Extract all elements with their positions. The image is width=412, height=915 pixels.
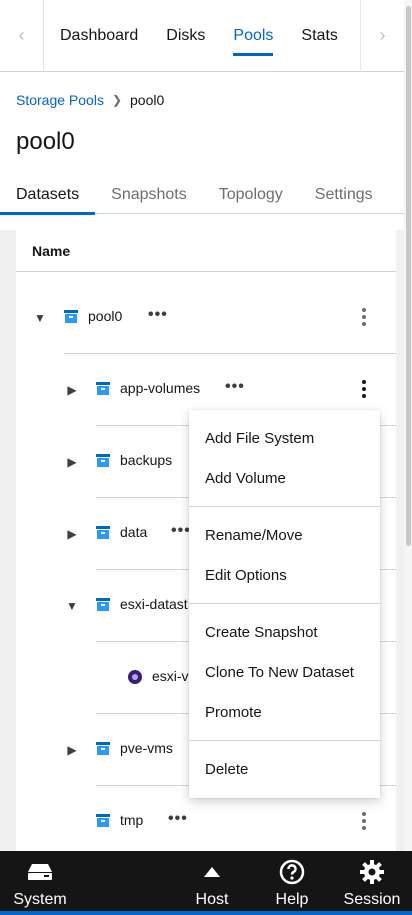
- help-label: Help: [275, 891, 309, 908]
- dataset-name: data: [120, 524, 148, 540]
- menu-item-edit-options[interactable]: Edit Options: [189, 555, 380, 595]
- nav-item-pools[interactable]: Pools: [217, 0, 285, 72]
- tab-topology[interactable]: Topology: [203, 176, 299, 214]
- nav-item-dashboard[interactable]: Dashboard: [44, 0, 150, 72]
- pool-tabs: Datasets Snapshots Topology Settings: [0, 176, 404, 215]
- chevron-right-icon[interactable]: ▶: [62, 740, 82, 760]
- dataset-name: esxi-datast: [120, 596, 188, 612]
- nav-scroll-right-button[interactable]: ›: [360, 0, 404, 72]
- bottom-bar: System Host Help Session: [0, 851, 412, 915]
- breadcrumb: Storage Pools ❯ pool0: [16, 92, 164, 108]
- menu-divider: [189, 740, 380, 741]
- row-actions-kebab-icon[interactable]: [356, 806, 372, 836]
- system-label: System: [13, 891, 67, 908]
- gear-icon: [359, 859, 385, 885]
- chevron-right-icon[interactable]: ▶: [62, 452, 82, 472]
- more-horizontal-icon[interactable]: •••: [171, 522, 191, 540]
- chevron-right-icon[interactable]: ▶: [62, 380, 82, 400]
- dataset-icon: [96, 454, 110, 467]
- tab-snapshots[interactable]: Snapshots: [95, 176, 203, 214]
- menu-item-delete[interactable]: Delete: [189, 749, 380, 789]
- menu-item-rename-move[interactable]: Rename/Move: [189, 515, 380, 555]
- chevron-down-icon[interactable]: ▼: [62, 596, 82, 616]
- dataset-name: backups: [120, 452, 173, 468]
- system-button[interactable]: System: [12, 859, 68, 911]
- page-title: pool0: [16, 128, 75, 155]
- menu-item-add-volume[interactable]: Add Volume: [189, 458, 380, 498]
- nav-item-stats[interactable]: Stats: [285, 0, 349, 72]
- bottom-bar-accent: [0, 911, 412, 915]
- tab-datasets[interactable]: Datasets: [0, 176, 96, 215]
- menu-item-add-file-system[interactable]: Add File System: [189, 418, 380, 458]
- menu-item-create-snapshot[interactable]: Create Snapshot: [189, 612, 380, 652]
- menu-item-clone-to-new-dataset[interactable]: Clone To New Dataset: [189, 652, 380, 692]
- row-actions-kebab-icon[interactable]: [356, 302, 372, 332]
- row-actions-kebab-icon[interactable]: [356, 374, 372, 404]
- scrollbar-thumb[interactable]: [406, 6, 411, 546]
- menu-divider: [189, 506, 380, 507]
- tab-settings[interactable]: Settings: [299, 176, 389, 214]
- dataset-actions-menu: Add File System Add Volume Rename/Move E…: [189, 410, 380, 798]
- caret-up-icon: [204, 859, 220, 885]
- dataset-name: tmp: [120, 812, 144, 828]
- nav-item-disks[interactable]: Disks: [150, 0, 217, 72]
- dataset-name: pve-vms: [120, 740, 173, 756]
- dataset-icon: [96, 382, 110, 395]
- more-horizontal-icon[interactable]: •••: [148, 306, 168, 324]
- chevron-right-icon[interactable]: ▶: [62, 524, 82, 544]
- volume-name: esxi-v: [152, 668, 189, 684]
- dataset-icon: [96, 742, 110, 755]
- menu-divider: [189, 603, 380, 604]
- more-horizontal-icon[interactable]: •••: [168, 810, 188, 828]
- chevron-right-icon: ›: [379, 25, 386, 45]
- chevron-left-icon: ‹: [18, 25, 25, 45]
- chevron-right-icon: ❯: [111, 93, 123, 107]
- tree-row-pool0[interactable]: ▼ pool0 •••: [16, 282, 396, 354]
- help-button[interactable]: Help: [272, 859, 312, 911]
- nav-items: Dashboard Disks Pools Stats: [44, 0, 360, 72]
- breadcrumb-storage-pools-link[interactable]: Storage Pools: [16, 92, 104, 108]
- dataset-icon: [96, 814, 110, 827]
- help-icon: [279, 859, 305, 885]
- dataset-name: pool0: [88, 308, 123, 324]
- host-label: Host: [195, 891, 229, 908]
- volume-icon: [128, 670, 142, 684]
- dataset-name: app-volumes: [120, 380, 201, 396]
- menu-item-promote[interactable]: Promote: [189, 692, 380, 732]
- session-label: Session: [343, 891, 401, 908]
- breadcrumb-current: pool0: [130, 92, 165, 108]
- system-icon: [27, 859, 53, 885]
- nav-scroll-left-button[interactable]: ‹: [0, 0, 44, 72]
- top-nav: ‹ Dashboard Disks Pools Stats ›: [0, 0, 404, 72]
- page-scrollbar[interactable]: [404, 0, 412, 851]
- dataset-icon: [96, 598, 110, 611]
- chevron-down-icon[interactable]: ▼: [30, 308, 50, 328]
- host-button[interactable]: Host: [192, 859, 232, 911]
- column-header-name: Name: [16, 230, 396, 272]
- more-horizontal-icon[interactable]: •••: [225, 378, 245, 396]
- dataset-icon: [64, 310, 78, 323]
- dataset-icon: [96, 526, 110, 539]
- session-button[interactable]: Session: [342, 859, 402, 911]
